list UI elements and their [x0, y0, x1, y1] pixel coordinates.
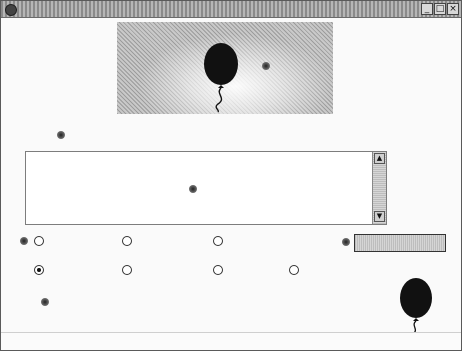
button-marker-dot — [342, 238, 350, 246]
scroll-down-icon[interactable]: ▼ — [374, 211, 385, 222]
radio-option-2[interactable] — [122, 236, 132, 246]
balloon-body — [204, 43, 238, 85]
radio-option-1[interactable] — [34, 236, 44, 246]
balloon-icon — [204, 43, 238, 113]
radio-option-7[interactable] — [289, 265, 299, 275]
textarea-cursor-dot — [189, 185, 197, 193]
minimize-button[interactable]: _ — [421, 3, 433, 15]
banner-image — [117, 22, 333, 114]
section-marker-dot — [41, 298, 49, 306]
title-bar[interactable]: _ □ × — [1, 1, 461, 18]
radio-option-3[interactable] — [213, 236, 223, 246]
window-title — [21, 3, 181, 15]
vertical-scrollbar[interactable]: ▲ ▼ — [372, 152, 386, 224]
action-button[interactable] — [354, 234, 446, 252]
balloon-knot — [218, 85, 224, 88]
maximize-button[interactable]: □ — [434, 3, 446, 15]
close-button[interactable]: × — [447, 3, 459, 15]
message-textarea[interactable]: ▲ ▼ — [25, 151, 387, 225]
banner-dot — [262, 62, 270, 70]
window-content: ▲ ▼ — [1, 18, 461, 350]
radio-option-4[interactable] — [34, 265, 44, 275]
small-balloon-knot — [413, 318, 419, 321]
radio-option-5[interactable] — [122, 265, 132, 275]
radio-option-6[interactable] — [213, 265, 223, 275]
small-balloon-body — [400, 278, 432, 318]
scroll-up-icon[interactable]: ▲ — [374, 153, 385, 164]
status-bar — [1, 332, 461, 350]
app-icon — [5, 4, 17, 16]
focus-dot — [57, 131, 65, 139]
app-window: _ □ × ▲ ▼ — [0, 0, 462, 351]
row1-marker-dot — [20, 237, 28, 245]
balloon-string — [215, 87, 223, 113]
